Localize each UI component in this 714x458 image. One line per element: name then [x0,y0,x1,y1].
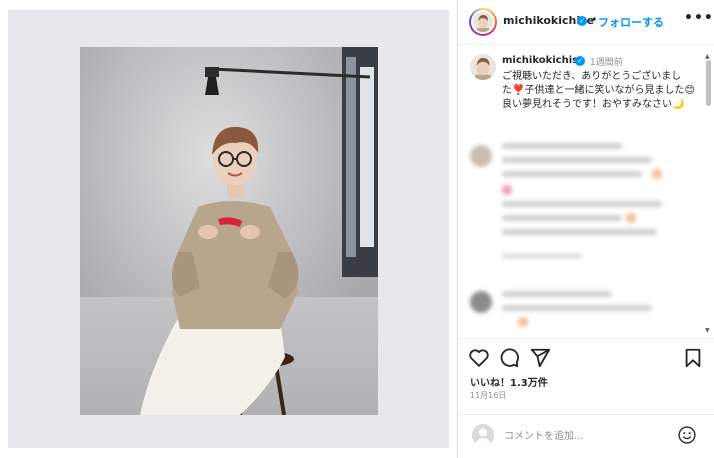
header-separator: • [591,13,598,26]
bookmark-icon[interactable] [682,347,704,369]
comment-bubble-icon[interactable] [498,347,520,369]
bookmark-icon-svg [685,348,701,368]
blurred-emoji [626,213,636,223]
actions-divider [458,338,714,339]
blurred-emoji [518,317,528,327]
smiley-icon-svg [678,426,696,444]
avatar-inner-ring [471,10,495,34]
caption-avatar[interactable] [470,54,496,80]
scroll-down-icon[interactable]: ▼ [705,327,710,334]
blurred-comment [458,135,698,265]
scroll-up-icon[interactable]: ▲ [705,53,710,60]
blurred-emoji [502,185,512,195]
comments-scrollbar[interactable] [704,95,712,338]
blurred-line [502,201,662,207]
blurred-line [502,305,652,311]
post-photo[interactable] [80,47,378,415]
avatar-illustration [473,12,493,32]
post-sidebar: michikokichise ✓ • フォローする ••• michikokic… [458,0,714,458]
likes-count[interactable]: いいね！1.3万件 [470,374,548,389]
paper-plane-icon-svg [530,348,551,368]
media-pane [0,0,457,458]
profile-avatar[interactable] [469,8,497,36]
caption-avatar-illustration [470,54,496,80]
follow-button[interactable]: フォローする [598,14,664,30]
comments-section[interactable]: michikokichise ✓ 1週間前 ご視聴いただき、ありがとうございまし… [458,45,714,338]
blurred-emoji [652,169,662,179]
smiley-icon[interactable] [677,425,697,445]
add-comment-bar [458,415,714,458]
post-date[interactable]: 11月16日 [470,390,506,401]
user-silhouette-icon [472,424,494,446]
blurred-avatar [470,145,492,167]
post-header: michikokichise ✓ • フォローする ••• [458,0,714,44]
post-actions [458,345,714,373]
heart-icon[interactable] [468,347,490,369]
verified-badge-icon: ✓ [577,16,587,26]
blurred-avatar [470,291,492,313]
comment-bubble-icon-svg [500,348,519,368]
caption-verified-badge-icon: ✓ [575,56,585,66]
caption-timestamp[interactable]: 1週間前 [590,55,623,68]
blurred-line [502,229,657,235]
blurred-line [502,143,622,149]
more-options-icon[interactable]: ••• [684,10,714,26]
scrollbar-thumb[interactable] [706,60,711,106]
comment-input[interactable] [504,427,674,445]
caption-text: ご視聴いただき、ありがとうございました❣️子供達と一緒に笑いながら見ました😊良い… [502,71,695,110]
blurred-line [502,157,652,163]
post-photo-illustration [80,47,378,415]
user-silhouette-icon-svg [472,424,494,446]
blurred-line [502,291,612,297]
blurred-line [502,215,622,221]
blurred-comment [458,283,698,338]
caption-username[interactable]: michikokichise [502,55,585,66]
blurred-line [502,253,582,259]
heart-icon-svg [469,349,489,367]
paper-plane-icon[interactable] [529,347,551,369]
avatar-image [473,12,493,32]
blurred-line [502,171,642,177]
